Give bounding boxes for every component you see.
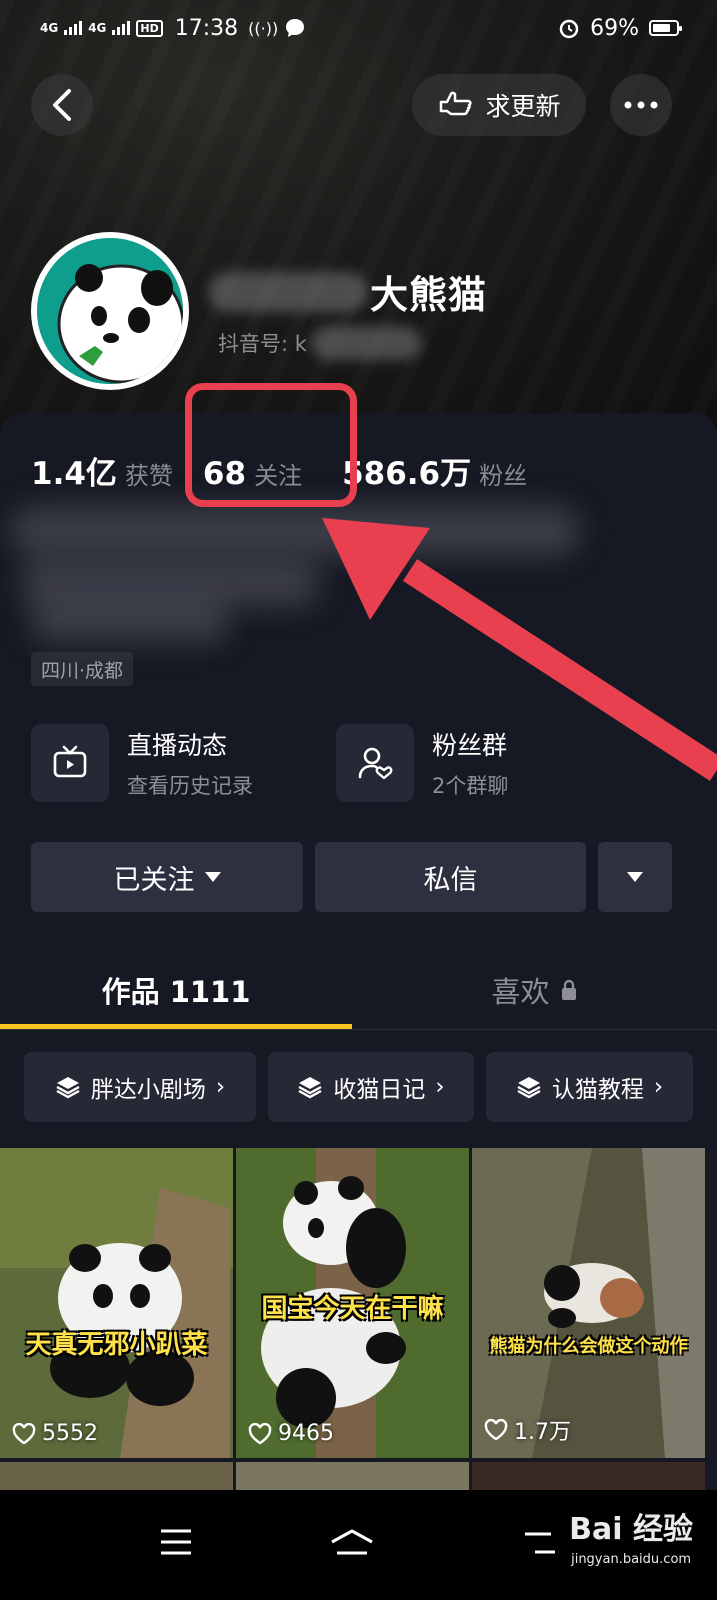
likes-count: 9465 bbox=[278, 1421, 334, 1446]
video-thumbnail[interactable] bbox=[0, 1462, 233, 1492]
tab-likes[interactable]: 喜欢 bbox=[352, 950, 717, 1030]
active-tab-indicator bbox=[0, 1024, 352, 1029]
followers-label: 粉丝 bbox=[479, 462, 528, 490]
profile-name-text: 大熊猫 bbox=[370, 273, 488, 317]
home-button[interactable] bbox=[322, 1512, 382, 1572]
douyin-id: 抖音号: k bbox=[218, 326, 421, 360]
tv-icon bbox=[53, 745, 87, 778]
avatar[interactable] bbox=[31, 232, 189, 390]
network-type-1: 4G bbox=[40, 21, 59, 35]
tab-works[interactable]: 作品 1111 bbox=[0, 950, 352, 1030]
likes-stat: 1.4亿 获赞 bbox=[31, 448, 173, 493]
video-thumbnail[interactable]: 熊猫为什么会做这个动作 1.7万 bbox=[472, 1148, 705, 1458]
panda-video-image bbox=[472, 1148, 705, 1458]
chevron-right-icon: › bbox=[653, 1074, 664, 1100]
request-update-button[interactable]: 求更新 bbox=[412, 74, 586, 136]
alarm-icon bbox=[559, 19, 579, 39]
video-caption: 国宝今天在干嘛 bbox=[261, 1294, 444, 1324]
home-icon bbox=[331, 1529, 373, 1555]
menu-icon bbox=[161, 1529, 191, 1555]
video-thumbnail[interactable] bbox=[236, 1462, 469, 1492]
system-nav-bar: Bai 经验 jingyan.baidu.com bbox=[0, 1490, 717, 1600]
live-activity-entry[interactable]: 直播动态 查看历史记录 bbox=[31, 724, 253, 802]
caret-down-icon bbox=[204, 872, 221, 882]
lock-icon bbox=[561, 979, 576, 1000]
likes-value: 1.4亿 bbox=[31, 456, 117, 492]
back-nav-button[interactable] bbox=[510, 1512, 570, 1572]
status-bar: 4G 4G HD 17:38 ((·)) 69% bbox=[0, 0, 717, 56]
signal-icon bbox=[112, 21, 131, 35]
layers-icon bbox=[298, 1077, 322, 1099]
status-time: 17:38 bbox=[174, 15, 239, 41]
chat-bubble-icon bbox=[286, 19, 305, 37]
request-update-label: 求更新 bbox=[485, 92, 561, 121]
hd-voice-icon: HD bbox=[136, 19, 163, 37]
vibrate-icon: ((·)) bbox=[248, 18, 279, 38]
video-thumbnail[interactable] bbox=[472, 1462, 705, 1492]
menu-button[interactable] bbox=[146, 1512, 206, 1572]
panda-video-image bbox=[0, 1148, 233, 1458]
blurred-name-part bbox=[208, 271, 368, 312]
message-button[interactable]: 私信 bbox=[315, 842, 586, 912]
tab-likes-label: 喜欢 bbox=[491, 975, 550, 1009]
network-type-2: 4G bbox=[88, 21, 107, 35]
more-dots-icon bbox=[624, 101, 658, 109]
chevron-right-icon: › bbox=[215, 1074, 226, 1100]
heart-icon bbox=[248, 1422, 272, 1444]
followers-value: 586.6万 bbox=[342, 456, 472, 492]
back-button[interactable] bbox=[31, 74, 93, 136]
more-actions-dropdown[interactable] bbox=[598, 842, 672, 912]
back-nav-icon bbox=[525, 1532, 555, 1554]
heart-icon bbox=[484, 1419, 508, 1441]
annotation-highlight-box bbox=[185, 383, 357, 507]
video-likes: 9465 bbox=[248, 1421, 334, 1446]
collection-label: 胖达小剧场 bbox=[90, 1077, 206, 1103]
douyin-id-label: 抖音号: k bbox=[218, 332, 307, 356]
followers-stat[interactable]: 586.6万 粉丝 bbox=[342, 448, 527, 493]
feature-title: 直播动态 bbox=[127, 731, 228, 760]
watermark-url: jingyan.baidu.com bbox=[571, 1552, 692, 1567]
likes-label: 获赞 bbox=[124, 462, 173, 490]
watermark-brand: Bai 经验 bbox=[569, 1512, 693, 1547]
baidu-jingyan-watermark: Bai 经验 jingyan.baidu.com bbox=[569, 1504, 693, 1567]
more-options-button[interactable] bbox=[610, 74, 672, 136]
chevron-right-icon: › bbox=[435, 1074, 445, 1100]
video-thumbnail[interactable]: 天真无邪小趴菜 5552 bbox=[0, 1148, 233, 1458]
layers-icon bbox=[517, 1077, 541, 1099]
content-tabs: 作品 1111 喜欢 bbox=[0, 950, 717, 1030]
collection-chip[interactable]: 收猫日记 › bbox=[268, 1052, 474, 1122]
signal-icon bbox=[64, 21, 83, 35]
followed-label: 已关注 bbox=[113, 864, 195, 896]
collection-chip[interactable]: 胖达小剧场 › bbox=[24, 1052, 256, 1122]
tab-works-label: 作品 1111 bbox=[101, 975, 251, 1009]
message-label: 私信 bbox=[423, 864, 478, 896]
video-caption: 熊猫为什么会做这个动作 bbox=[489, 1336, 688, 1357]
video-thumbnail[interactable]: 国宝今天在干嘛 9465 bbox=[236, 1148, 469, 1458]
pointing-hand-icon bbox=[440, 91, 473, 116]
followed-button[interactable]: 已关注 bbox=[31, 842, 303, 912]
caret-down-icon bbox=[627, 872, 643, 882]
battery-percent: 69% bbox=[590, 15, 639, 41]
collection-label: 收猫日记 bbox=[333, 1077, 426, 1103]
feature-subtitle: 查看历史记录 bbox=[127, 774, 253, 798]
battery-icon bbox=[649, 20, 682, 36]
layers-icon bbox=[56, 1077, 80, 1099]
blurred-id bbox=[310, 326, 421, 360]
chevron-left-icon bbox=[53, 89, 71, 121]
video-likes: 5552 bbox=[12, 1421, 98, 1446]
collection-label: 认猫教程 bbox=[551, 1077, 644, 1103]
annotation-arrow bbox=[322, 518, 717, 781]
video-caption: 天真无邪小趴菜 bbox=[25, 1330, 208, 1360]
heart-icon bbox=[12, 1422, 36, 1444]
profile-name: 大熊猫 bbox=[208, 264, 487, 319]
video-likes: 1.7万 bbox=[484, 1414, 571, 1446]
collection-chip[interactable]: 认猫教程 › bbox=[486, 1052, 693, 1122]
panda-avatar-image bbox=[37, 238, 183, 384]
likes-count: 1.7万 bbox=[514, 1420, 571, 1445]
likes-count: 5552 bbox=[42, 1421, 98, 1446]
